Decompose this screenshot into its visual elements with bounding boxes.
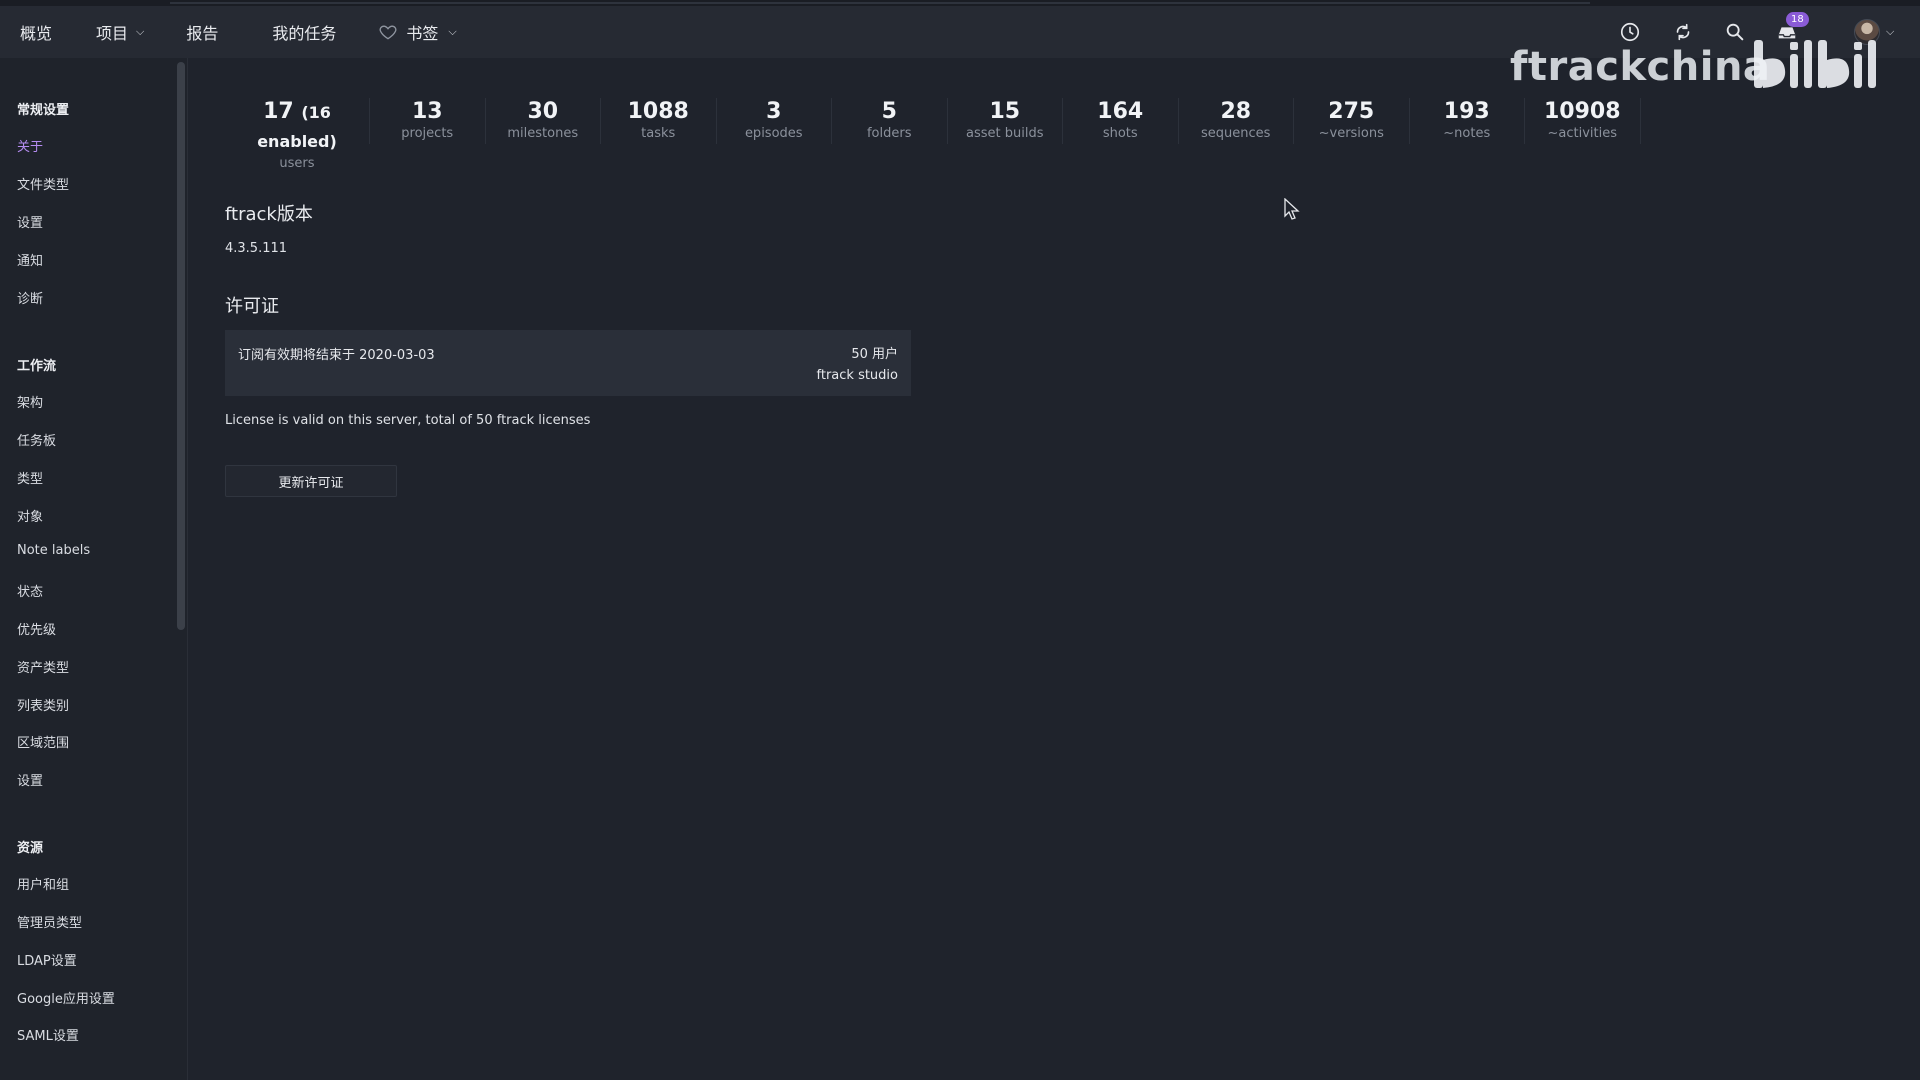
stat-number: 15 [989,99,1021,124]
stats-bar: 17 (16 enabled) users 13 projects 30 miles… [225,98,1641,171]
version-value: 4.3.5.111 [225,241,288,256]
sidebar-item-file-types[interactable]: 文件类型 [17,174,69,193]
stat-label: asset builds [966,126,1044,141]
license-card: 订阅有效期将结束于 2020-03-03 50 用户 ftrack studio [225,330,911,396]
license-details: 50 用户 ftrack studio [817,344,899,386]
stat-label: users [279,156,315,171]
sidebar-section-resources: 资源 [17,841,44,856]
nav-reports-label: 报告 [186,24,219,43]
stat-number: 1088 [627,99,689,124]
sidebar-item-saml-settings[interactable]: SAML设置 [17,1025,79,1044]
sidebar-item-scopes[interactable]: 区域范围 [17,732,69,751]
nav-overview-label: 概览 [20,24,53,43]
stat-label: ~versions [1318,126,1384,141]
main-nav: 概览 项目 ⌵ 报告 我的任务 书签 ⌵ [0,6,457,58]
license-plan: ftrack studio [816,368,899,383]
stat-activities: 10908 ~activities [1525,98,1641,144]
search-icon [1726,23,1744,41]
sidebar-section-general: 常规设置 [17,103,70,118]
stat-projects: 13 projects [370,98,486,144]
stat-users: 17 (16 enabled) users [225,98,370,171]
stat-label: sequences [1201,126,1271,141]
nav-overview[interactable]: 概览 [20,6,52,58]
stat-number: 10908 [1543,99,1621,124]
stat-label: episodes [744,126,803,141]
bilibili-logo [1754,40,1876,88]
stat-tasks: 1088 tasks [601,98,717,144]
sidebar-item-diagnostics[interactable]: 诊断 [17,288,43,307]
sidebar-item-task-board[interactable]: 任务板 [17,430,56,449]
stat-number: 17 [263,99,294,124]
stat-label: folders [866,126,912,141]
stat-label: ~activities [1547,126,1617,141]
sidebar-item-about[interactable]: 关于 [17,136,43,155]
sync-icon [1676,23,1690,41]
stat-shots: 164 shots [1063,98,1179,144]
sidebar-item-types[interactable]: 类型 [17,468,43,487]
sidebar-item-admin-types[interactable]: 管理员类型 [17,912,82,931]
nav-my-tasks[interactable]: 我的任务 [272,6,336,58]
chevron-down-icon: ⌵ [136,25,145,38]
sidebar-item-ldap-settings[interactable]: LDAP设置 [17,950,77,969]
sync-button[interactable] [1670,19,1696,45]
sidebar-item-statuses[interactable]: 状态 [17,581,43,600]
stat-number: 28 [1220,99,1252,124]
stat-versions: 275 ~versions [1294,98,1410,144]
stat-number: 3 [766,99,782,124]
version-heading: ftrack版本 [225,204,313,225]
nav-bookmarks[interactable]: 书签 ⌵ [378,6,457,58]
stat-episodes: 3 episodes [717,98,832,144]
license-heading: 许可证 [225,296,279,317]
stat-number: 30 [527,99,559,124]
stat-folders: 5 folders [832,98,948,144]
sidebar-item-notifications[interactable]: 通知 [17,250,43,269]
nav-projects[interactable]: 项目 ⌵ [96,6,144,58]
stat-sequences: 28 sequences [1179,98,1294,144]
nav-projects-label: 项目 [96,24,129,43]
sidebar-item-settings[interactable]: 设置 [17,212,43,231]
settings-sidebar: 常规设置 关于 文件类型 设置 通知 诊断 工作流 架构 任务板 类型 对象 N… [0,58,188,1080]
stat-notes: 193 ~notes [1410,98,1525,144]
inbox-count-badge: 18 [1786,12,1809,27]
stat-number: 164 [1097,99,1144,124]
sidebar-item-list-categories[interactable]: 列表类别 [17,695,69,714]
sidebar-item-schemas[interactable]: 架构 [17,392,43,411]
sidebar-item-workflow-settings[interactable]: 设置 [17,770,43,789]
watermark-text: ftrackchina [1510,44,1771,90]
heart-icon [379,25,397,40]
stat-number: 193 [1443,99,1490,124]
nav-reports[interactable]: 报告 [186,6,218,58]
license-user-count: 50 用户 [851,347,898,362]
clock-icon [1620,22,1640,42]
renew-license-button[interactable]: 更新许可证 [225,465,397,497]
sidebar-item-objects[interactable]: 对象 [17,506,43,525]
stat-value: 17 (16 enabled) [225,98,369,156]
sidebar-scrollbar[interactable] [177,62,185,630]
stat-label: ~notes [1443,126,1491,141]
subscription-expiry: 订阅有效期将结束于 2020-03-03 [238,348,435,363]
nav-my-tasks-label: 我的任务 [272,24,337,43]
mouse-cursor-icon [1284,198,1300,220]
search-button[interactable] [1722,19,1748,45]
sidebar-item-note-labels[interactable]: Note labels [17,543,90,558]
stat-label: shots [1102,126,1138,141]
sidebar-section-workflow: 工作流 [17,359,57,374]
stat-number: 13 [411,99,443,124]
timer-button[interactable] [1617,19,1643,45]
stat-label: projects [401,126,454,141]
stat-label: tasks [641,126,676,141]
license-status-text: License is valid on this server, total o… [225,413,591,428]
sidebar-item-priorities[interactable]: 优先级 [17,619,56,638]
nav-bookmarks-label: 书签 [406,24,439,43]
sidebar-item-users-groups[interactable]: 用户和组 [17,874,69,893]
chevron-down-icon: ⌵ [448,25,457,38]
sidebar-item-asset-types[interactable]: 资产类型 [17,657,69,676]
stat-number: 5 [881,99,897,124]
stat-milestones: 30 milestones [486,98,601,144]
stat-label: milestones [507,126,579,141]
stat-asset-builds: 15 asset builds [948,98,1063,144]
sidebar-item-google-apps-settings[interactable]: Google应用设置 [17,988,115,1007]
stat-number: 275 [1328,99,1375,124]
